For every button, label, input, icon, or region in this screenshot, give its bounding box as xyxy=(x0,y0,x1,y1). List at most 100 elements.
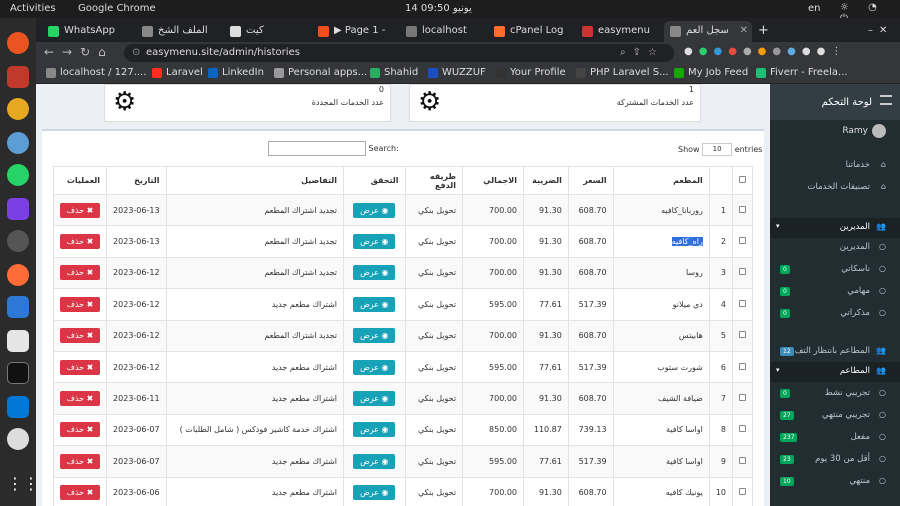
row-select[interactable] xyxy=(732,319,753,352)
sidebar-item[interactable]: 👥 المطاعم ▾ xyxy=(770,362,900,382)
header-verify[interactable]: التحقق xyxy=(343,166,406,195)
omnibox-action-icons[interactable]: ⌕⇪☆ xyxy=(620,47,664,58)
tab-whatsapp[interactable]: WhatsApp xyxy=(42,21,134,42)
text-editor-icon[interactable] xyxy=(7,330,29,352)
delete-button[interactable]: ✖ حذف xyxy=(60,296,101,312)
vscode-icon[interactable] xyxy=(7,396,29,418)
tab-kit[interactable]: كيت xyxy=(224,21,310,42)
sidebar-item[interactable]: ○ منتهي 10 xyxy=(770,472,900,492)
entries-select[interactable]: 10 xyxy=(702,143,733,156)
row-select[interactable] xyxy=(732,193,753,227)
view-button[interactable]: ◉ عرض xyxy=(353,391,396,407)
files-icon[interactable] xyxy=(7,66,29,88)
view-button[interactable]: ◉ عرض xyxy=(353,328,396,344)
row-select[interactable] xyxy=(732,256,753,290)
row-checkbox[interactable] xyxy=(739,425,746,433)
sidebar-item[interactable]: ○ تجريبي منتهي 27 xyxy=(770,406,900,426)
bookmark-php-laravel[interactable]: PHP Laravel S... xyxy=(576,67,669,78)
url-text[interactable]: easymenu.site/admin/histories xyxy=(146,47,300,58)
whatsapp-icon[interactable] xyxy=(7,164,29,186)
phpstorm-icon[interactable] xyxy=(7,198,29,220)
keyboard-language[interactable]: en xyxy=(808,3,821,14)
activities-button[interactable]: Activities xyxy=(10,3,56,14)
nav-buttons[interactable]: ←→↻⌂ xyxy=(44,45,114,59)
omnibox[interactable]: ⊙ easymenu.site/admin/histories ⌕⇪☆ xyxy=(124,44,674,62)
view-button[interactable]: ◉ عرض xyxy=(353,422,396,438)
row-select[interactable] xyxy=(732,350,753,384)
sidebar-item[interactable]: ○ المديرين xyxy=(770,238,900,258)
delete-button[interactable]: ✖ حذف xyxy=(60,453,101,469)
delete-button[interactable]: ✖ حذف xyxy=(60,359,101,375)
row-select[interactable] xyxy=(732,225,753,258)
lock-icon[interactable]: ⊙ xyxy=(132,47,140,58)
header-restaurant[interactable]: المطعم xyxy=(612,166,710,195)
row-checkbox[interactable] xyxy=(739,394,746,402)
header-payment[interactable]: طريقه الدفع xyxy=(404,166,464,195)
delete-button[interactable]: ✖ حذف xyxy=(60,265,101,281)
bookmark-localhost[interactable]: localhost / 127.... xyxy=(46,67,146,78)
header-tax[interactable]: الضريبة xyxy=(523,166,569,195)
extension-icons[interactable]: ●●●●●●●●●●⋮ xyxy=(684,46,847,57)
row-checkbox[interactable] xyxy=(739,488,746,496)
view-button[interactable]: ◉ عرض xyxy=(353,453,396,469)
header-price[interactable]: السعر xyxy=(567,166,614,195)
row-select[interactable] xyxy=(732,382,753,415)
vpn-icon[interactable] xyxy=(7,132,29,154)
clock[interactable]: 14 يونيو 09:50 xyxy=(405,3,472,14)
thunderbird-icon[interactable] xyxy=(7,32,29,54)
new-tab-button[interactable]: + xyxy=(754,19,774,40)
dashboard-title[interactable]: لوحة التحكم xyxy=(822,97,872,108)
terminal-icon[interactable] xyxy=(7,362,29,384)
header-index[interactable] xyxy=(708,166,734,195)
header-date[interactable]: التاريخ xyxy=(106,166,167,195)
app-grid-icon[interactable]: ⋮⋮ xyxy=(7,474,39,496)
sidebar-item[interactable]: ⌂ خدماتنا xyxy=(770,156,900,176)
writer-icon[interactable] xyxy=(7,296,29,318)
rhythmbox-icon[interactable] xyxy=(7,98,29,120)
row-checkbox[interactable] xyxy=(739,456,746,464)
tab-histories-active[interactable]: سجل العم ✕ xyxy=(664,21,752,42)
store-icon[interactable] xyxy=(7,428,29,450)
tab-cpanel[interactable]: cPanel Log xyxy=(488,21,574,42)
row-select[interactable] xyxy=(732,288,753,321)
view-button[interactable]: ◉ عرض xyxy=(353,485,396,501)
search-input[interactable] xyxy=(268,141,366,156)
avatar[interactable] xyxy=(872,124,886,138)
bookmark-wuzzuf[interactable]: WUZZUF xyxy=(428,67,486,78)
bookmark-personal-apps[interactable]: Personal apps... xyxy=(274,67,367,78)
bookmark-your-profile[interactable]: Your Profile xyxy=(496,67,566,78)
delete-button[interactable]: ✖ حذف xyxy=(60,485,101,501)
view-button[interactable]: ◉ عرض xyxy=(353,234,396,250)
row-checkbox[interactable] xyxy=(739,205,746,213)
chrome-icon[interactable] xyxy=(7,230,29,252)
close-tab-icon[interactable]: ✕ xyxy=(740,25,748,36)
bookmark-shahid[interactable]: Shahid xyxy=(370,67,418,78)
sidebar-item[interactable]: ○ ناسكاتي 0 xyxy=(770,260,900,280)
view-button[interactable]: ◉ عرض xyxy=(353,265,396,281)
view-button[interactable]: ◉ عرض xyxy=(353,202,396,218)
view-button[interactable]: ◉ عرض xyxy=(353,296,396,312)
select-all-header[interactable] xyxy=(732,166,753,195)
header-actions[interactable]: العمليات xyxy=(52,166,108,195)
delete-button[interactable]: ✖ حذف xyxy=(60,202,101,218)
postman-icon[interactable] xyxy=(7,264,29,286)
header-total[interactable]: الاجمالي xyxy=(462,166,525,195)
view-button[interactable]: ◉ عرض xyxy=(353,359,396,375)
user-name[interactable]: Ramy xyxy=(842,126,868,136)
active-app-label[interactable]: Google Chrome xyxy=(78,3,156,14)
sidebar-item[interactable]: ⌂ تصنيفات الخدمات xyxy=(770,178,900,198)
sidebar-item[interactable]: 👥 المديرين ▾ xyxy=(770,218,900,238)
row-checkbox[interactable] xyxy=(739,237,746,245)
bookmark-laravel[interactable]: Laravel xyxy=(152,67,203,78)
delete-button[interactable]: ✖ حذف xyxy=(60,422,101,438)
row-checkbox[interactable] xyxy=(739,268,746,276)
select-all-checkbox[interactable] xyxy=(739,176,746,183)
tab-localhost[interactable]: localhost xyxy=(400,21,486,42)
sidebar-item[interactable]: 👥 المطاعم بانتظار التف 12 xyxy=(770,342,900,362)
sidebar-item[interactable]: ○ تجريبي نشط 0 xyxy=(770,384,900,404)
row-checkbox[interactable] xyxy=(739,362,746,370)
sidebar-item[interactable]: ○ مفعل 237 xyxy=(770,428,900,448)
tab-easymenu[interactable]: easymenu xyxy=(576,21,662,42)
sidebar-item[interactable]: ○ مهامي 0 xyxy=(770,282,900,302)
row-select[interactable] xyxy=(732,413,753,447)
